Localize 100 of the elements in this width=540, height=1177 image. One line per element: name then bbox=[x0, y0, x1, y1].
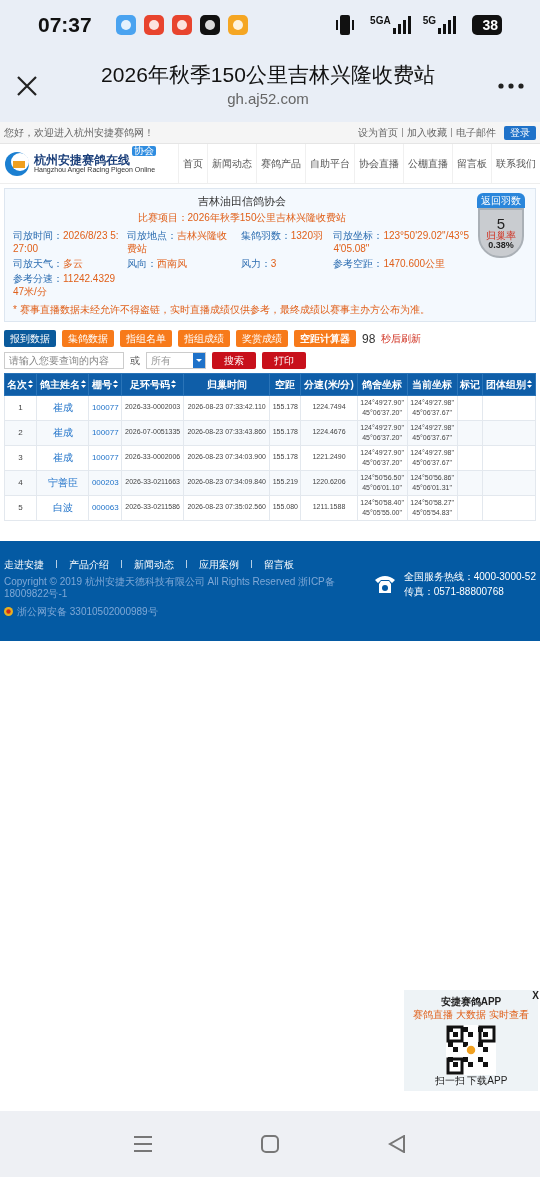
telephone-icon bbox=[373, 573, 396, 594]
sort-icon[interactable] bbox=[113, 380, 119, 388]
column-header[interactable]: 标记 bbox=[457, 373, 483, 395]
race-field: 司放坐标：123°50'29.02"/43°54'05.08" bbox=[333, 228, 471, 255]
countdown-number: 98 bbox=[362, 330, 376, 348]
qr-code bbox=[446, 1025, 496, 1075]
app-notification-icon bbox=[199, 15, 220, 35]
column-header[interactable]: 棚号 bbox=[88, 373, 122, 395]
app-notification-icon bbox=[227, 15, 248, 35]
race-field: 参考空距：1470.600公里 bbox=[333, 256, 471, 270]
table-cell: 100077 bbox=[88, 395, 122, 420]
police-record-text: 浙公网安备 33010502000989号 bbox=[17, 604, 158, 619]
top-link[interactable]: 电子邮件 bbox=[456, 125, 496, 140]
race-field: 参考分速：11242.432947米/分 bbox=[13, 271, 119, 298]
race-field: 集鸽羽数：1320羽 bbox=[240, 228, 326, 255]
countdown-label: 秒后刷新 bbox=[381, 332, 422, 346]
vibrate-icon bbox=[336, 14, 355, 36]
or-label: 或 bbox=[130, 353, 140, 368]
footer-link[interactable]: 走进安捷 bbox=[4, 556, 44, 572]
race-field: 司放时间：2026/8/23 5:27:00 bbox=[13, 228, 119, 255]
search-field[interactable]: 请输入您要查询的内容 bbox=[4, 351, 124, 369]
returns-count: 5 bbox=[496, 216, 506, 231]
column-header[interactable]: 分速(米/分) bbox=[300, 373, 358, 395]
more-icon[interactable] bbox=[498, 83, 524, 89]
column-header[interactable]: 空距 bbox=[269, 373, 301, 395]
table-cell: 5 bbox=[4, 495, 37, 520]
column-header[interactable]: 当前坐标 bbox=[407, 373, 458, 395]
status-time: 07:37 bbox=[38, 12, 92, 39]
table-cell: 白波 bbox=[36, 495, 89, 520]
table-cell: 崔成 bbox=[36, 420, 89, 445]
race-field: 风力：3 bbox=[240, 256, 326, 270]
event-name: 比赛项目：2026年秋季150公里吉林兴隆收费站 bbox=[137, 210, 347, 225]
print-button[interactable]: 打印 bbox=[262, 351, 306, 369]
home-square-icon[interactable] bbox=[261, 1135, 279, 1153]
column-header[interactable]: 团体组别 bbox=[482, 373, 536, 395]
table-cell: 000063 bbox=[88, 495, 122, 520]
column-header[interactable]: 足环号码 bbox=[121, 373, 184, 395]
race-field: 司放地点：吉林兴隆收费站 bbox=[126, 228, 233, 255]
table-cell: 1 bbox=[4, 395, 37, 420]
table-cell: 100077 bbox=[88, 420, 122, 445]
footer-link[interactable]: 新闻动态 bbox=[134, 556, 174, 572]
column-header[interactable]: 鸽舍坐标 bbox=[357, 373, 408, 395]
logo-badge: 协会 bbox=[132, 146, 156, 156]
return-rate: 0.38% bbox=[488, 241, 514, 250]
association-name: 吉林油田信鸽协会 bbox=[198, 194, 286, 209]
table-cell: 100077 bbox=[88, 445, 122, 470]
table-cell: 000203 bbox=[88, 470, 122, 495]
top-link[interactable]: 加入收藏 bbox=[407, 125, 447, 140]
column-header[interactable]: 鸽主姓名 bbox=[36, 373, 89, 395]
nav-link[interactable]: 协会直播 bbox=[354, 144, 403, 183]
footer-link[interactable]: 产品介绍 bbox=[69, 556, 109, 572]
nav-link[interactable]: 留言板 bbox=[452, 144, 491, 183]
page-title: 2026年秋季150公里吉林兴隆收费站 bbox=[101, 61, 435, 88]
app-notification-icon bbox=[115, 15, 136, 35]
close-button[interactable]: X bbox=[532, 988, 539, 1003]
nav-link[interactable]: 首页 bbox=[178, 144, 207, 183]
sort-icon[interactable] bbox=[28, 380, 34, 388]
race-field: 司放天气：多云 bbox=[13, 256, 119, 270]
logo-icon bbox=[4, 150, 30, 177]
footer-link[interactable]: 留言板 bbox=[264, 556, 294, 572]
page-url: gh.aj52.com bbox=[227, 88, 309, 109]
logo-title: 杭州安捷赛鸽在线 bbox=[34, 154, 130, 166]
search-button[interactable]: 搜索 bbox=[212, 351, 256, 369]
table-cell: 崔成 bbox=[36, 445, 89, 470]
nav-link[interactable]: 联系我们 bbox=[491, 144, 540, 183]
returns-title: 返回羽数 bbox=[477, 193, 525, 208]
footer-link[interactable]: 应用案例 bbox=[199, 556, 239, 572]
table-cell: 3 bbox=[4, 445, 37, 470]
close-icon[interactable] bbox=[16, 75, 38, 97]
popup-title: 安捷赛鸽APP bbox=[440, 995, 502, 1009]
nav-link[interactable]: 新闻动态 bbox=[207, 144, 256, 183]
nav-link[interactable]: 公棚直播 bbox=[403, 144, 452, 183]
emblem-icon bbox=[4, 606, 13, 616]
hotline-text: 全国服务热线：4000-3000-52 bbox=[403, 569, 536, 584]
menu-icon[interactable] bbox=[134, 1136, 153, 1152]
copyright-text: Copyright © 2019 杭州安捷天德科技有限公司 All Rights Reserved 浙ICP备18009822号-1 bbox=[4, 575, 336, 600]
sort-icon[interactable] bbox=[80, 380, 86, 388]
welcome-text: 您好，欢迎进入杭州安捷赛鸽网！ bbox=[4, 126, 155, 140]
table-cell: 4 bbox=[4, 470, 37, 495]
battery-indicator: 38 bbox=[472, 15, 502, 35]
table-cell: 2 bbox=[4, 420, 37, 445]
column-header[interactable]: 归巢时间 bbox=[183, 373, 270, 395]
popup-caption: 扫一扫 下载APP bbox=[434, 1075, 508, 1087]
nav-link[interactable]: 赛鸽产品 bbox=[256, 144, 305, 183]
dropdown-icon bbox=[193, 352, 205, 368]
sort-icon[interactable] bbox=[527, 380, 533, 388]
sort-icon[interactable] bbox=[170, 380, 176, 388]
return-rate-label: 归巢率 bbox=[486, 231, 516, 241]
nav-link[interactable]: 自助平台 bbox=[305, 144, 354, 183]
column-header[interactable]: 名次 bbox=[4, 373, 37, 395]
back-icon[interactable] bbox=[387, 1135, 406, 1153]
login-button[interactable]: 登录 bbox=[504, 125, 536, 140]
data-tab[interactable]: 报到数据 bbox=[4, 330, 56, 347]
app-notification-icon bbox=[171, 15, 192, 35]
notice-text: * 赛事直播数据未经允许不得盗链，实时直播成绩仅供参考，最终成绩以赛事主办方公布为准。 bbox=[13, 302, 431, 317]
race-field: 风向：西南风 bbox=[126, 256, 233, 270]
top-link[interactable]: 设为首页 bbox=[358, 125, 398, 140]
app-notification-icon bbox=[143, 15, 164, 35]
popup-tagline: 赛鸽直播 大数据 实时查看 bbox=[413, 1009, 529, 1021]
table-cell: 崔成 bbox=[36, 395, 89, 420]
